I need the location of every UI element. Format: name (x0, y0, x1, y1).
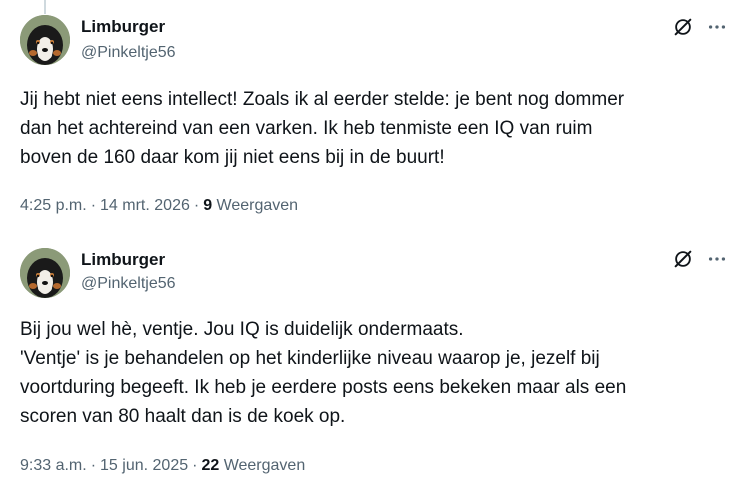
author-handle[interactable]: @Pinkeltje56 (81, 275, 176, 293)
tweet-time[interactable]: 4:25 p.m. (20, 197, 87, 214)
avatar[interactable] (20, 248, 70, 298)
author-name[interactable]: Limburger (81, 17, 165, 37)
thread-line (44, 0, 46, 14)
separator: · (90, 457, 97, 474)
separator: · (193, 197, 200, 214)
tweet[interactable]: Limburger @Pinkeltje56 Bij jou wel hè, v… (0, 240, 748, 498)
tweet-date[interactable]: 14 mrt. 2026 (100, 197, 190, 214)
dog-avatar-icon (20, 15, 70, 65)
separator: · (192, 457, 198, 474)
views-label: Weergaven (216, 197, 299, 214)
author-name[interactable]: Limburger (81, 250, 165, 270)
tweet-meta: 9:33 a.m. · 15 jun. 2025 · 22 Weergaven (20, 457, 305, 475)
grok-icon[interactable] (672, 248, 694, 270)
separator: · (90, 197, 97, 214)
views-count: 9 (203, 197, 213, 214)
tweet[interactable]: Limburger @Pinkeltje56 Jij hebt niet een… (0, 0, 748, 240)
tweet-date[interactable]: 15 jun. 2025 (100, 457, 188, 474)
more-options-icon[interactable] (706, 16, 728, 38)
tweet-text: Jij hebt niet eens intellect! Zoals ik a… (20, 89, 625, 168)
avatar[interactable] (20, 15, 70, 65)
tweet-text: Bij jou wel hè, ventje. Jou IQ is duidel… (20, 319, 627, 427)
grok-icon[interactable] (672, 16, 694, 38)
tweet-time[interactable]: 9:33 a.m. (20, 457, 87, 474)
dog-avatar-icon (20, 248, 70, 298)
author-handle[interactable]: @Pinkeltje56 (81, 44, 176, 62)
views-count: 22 (201, 457, 220, 474)
views-label: Weergaven (223, 457, 306, 474)
more-options-icon[interactable] (706, 248, 728, 270)
tweet-meta: 4:25 p.m. · 14 mrt. 2026 · 9 Weergaven (20, 197, 298, 215)
